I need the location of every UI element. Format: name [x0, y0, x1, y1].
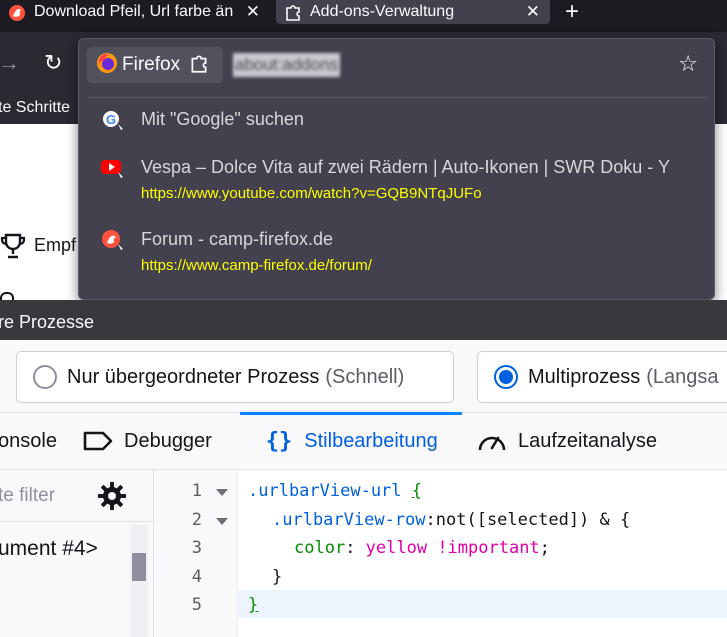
css-selector: .urlbarView-url: [248, 481, 402, 501]
result-title: Vespa – Dolce Vita auf zwei Rädern | Aut…: [141, 157, 670, 177]
extension-puzzle-icon: [188, 52, 210, 79]
tab-title: Add-ons-Verwaltung: [310, 3, 455, 20]
matched-brace: }: [248, 595, 259, 615]
gear-icon[interactable]: [96, 480, 128, 517]
tab-debugger[interactable]: Debugger: [82, 413, 212, 469]
radio-button-selected[interactable]: [494, 365, 518, 389]
scrollbar-track[interactable]: [130, 525, 148, 637]
partial-icon: [0, 292, 14, 300]
result-title: Mit "Google" suchen: [141, 109, 304, 129]
line-number: 2: [191, 510, 202, 530]
css-semicolon: ;: [539, 538, 550, 558]
dialog-title: re Prozesse: [0, 312, 95, 332]
firefox-forum-icon: [6, 1, 28, 23]
google-search-icon: G: [101, 109, 125, 133]
tab-performance[interactable]: Laufzeitanalyse: [476, 413, 657, 469]
url-input[interactable]: about:addons: [233, 53, 341, 77]
line-number: 1: [191, 481, 202, 501]
firefox-logo-icon: [96, 52, 118, 79]
puzzle-icon: [282, 1, 304, 23]
result-url: https://www.youtube.com/watch?v=GQB9NTqJ…: [141, 185, 482, 202]
tab-label: Stilbearbeitung: [304, 429, 438, 452]
divider: [87, 97, 706, 98]
css-selector: .urlbarView-row: [272, 510, 426, 530]
stylesheets-sidebar: te filter ument #4>: [0, 470, 154, 637]
tab-strip: Download Pfeil, Url farbe än ✕ Add-ons-V…: [0, 0, 727, 32]
debugger-icon: [82, 430, 114, 452]
tab-style-editor[interactable]: {} Stilbearbeitung: [240, 412, 462, 469]
forward-button[interactable]: →: [0, 50, 20, 76]
stylesheet-item[interactable]: ument #4>: [0, 537, 98, 561]
css-colon: :: [345, 538, 366, 558]
code-line-2: .urlbarView-row:not([selected]) & {: [272, 510, 630, 530]
youtube-icon: [101, 157, 125, 181]
code-line-3: color: yellow !important;: [294, 538, 550, 558]
svg-text:G: G: [106, 112, 116, 127]
filter-row: te filter: [0, 470, 153, 522]
tab-label: Debugger: [124, 429, 212, 452]
urlbar[interactable]: Firefox about:addons ☆: [79, 39, 714, 91]
line-gutter: 1 2 3 4 5: [154, 470, 238, 637]
radio-label: Multiprozess: [528, 365, 641, 388]
tab-label: Laufzeitanalyse: [518, 429, 657, 452]
braces-icon: {}: [264, 429, 294, 453]
recommendations-label[interactable]: Empf: [34, 235, 76, 256]
tab-console[interactable]: onsole: [0, 413, 57, 469]
gauge-icon: [476, 428, 508, 454]
svg-text:{}: {}: [266, 429, 293, 453]
process-mode-selector: Nur übergeordneter Prozess (Schnell) Mul…: [0, 340, 727, 412]
filter-input[interactable]: te filter: [0, 485, 55, 507]
trophy-icon: [0, 232, 26, 265]
reload-button[interactable]: ↻: [44, 50, 62, 76]
tab-addons-manager[interactable]: Add-ons-Verwaltung ✕: [276, 0, 550, 24]
identity-box[interactable]: Firefox: [87, 47, 223, 83]
bookmark-item[interactable]: te Schritte: [0, 99, 70, 117]
closing-brace: }: [272, 567, 283, 587]
css-pseudo: :not([selected]) & {: [425, 510, 631, 530]
line-number: 5: [191, 595, 202, 615]
css-property: color: [294, 538, 346, 558]
tab-title: Download Pfeil, Url farbe än: [34, 3, 234, 20]
new-tab-button[interactable]: +: [565, 0, 579, 26]
radio-label: Nur übergeordneter Prozess: [67, 365, 320, 388]
css-value: yellow !important: [365, 538, 540, 558]
line-number: 3: [191, 538, 202, 558]
browser-toolbox-header: re Prozesse: [0, 300, 727, 340]
bookmark-star-icon[interactable]: ☆: [678, 51, 698, 77]
code-line-5: }: [248, 595, 258, 615]
close-tab-icon[interactable]: ✕: [526, 2, 540, 22]
identity-label: Firefox: [122, 54, 181, 75]
active-line-highlight: [238, 590, 727, 618]
radio-hint: (Schnell): [325, 365, 405, 388]
code-line-1: .urlbarView-url {: [248, 481, 422, 501]
scrollbar-thumb[interactable]: [132, 553, 146, 581]
close-tab-icon[interactable]: ✕: [246, 2, 260, 22]
firefox-forum-icon: [101, 229, 125, 253]
result-title: Forum - camp-firefox.de: [141, 229, 334, 249]
line-number: 4: [191, 567, 202, 587]
fold-arrow-icon[interactable]: [216, 518, 228, 525]
code-editor[interactable]: 1 2 3 4 5 .urlbarView-url { .urlbarView-…: [154, 470, 727, 637]
radio-parent-process[interactable]: Nur übergeordneter Prozess (Schnell): [16, 351, 454, 403]
urlbar-dropdown: Firefox about:addons ☆ G Mit "Google" su…: [78, 38, 715, 300]
code-line-4: }: [272, 567, 282, 587]
radio-hint: (Langsa: [646, 365, 719, 388]
radio-multiprocess[interactable]: Multiprozess (Langsa: [477, 351, 727, 403]
tab-download-pfeil[interactable]: Download Pfeil, Url farbe än ✕: [0, 0, 270, 24]
fold-arrow-icon[interactable]: [216, 489, 228, 496]
result-url: https://www.camp-firefox.de/forum/: [141, 257, 372, 274]
devtools-tabbar: onsole Debugger {} Stilbearbeitung Laufz…: [0, 412, 727, 470]
radio-button[interactable]: [33, 365, 57, 389]
matched-brace: {: [411, 481, 423, 501]
tab-label: onsole: [0, 429, 57, 452]
